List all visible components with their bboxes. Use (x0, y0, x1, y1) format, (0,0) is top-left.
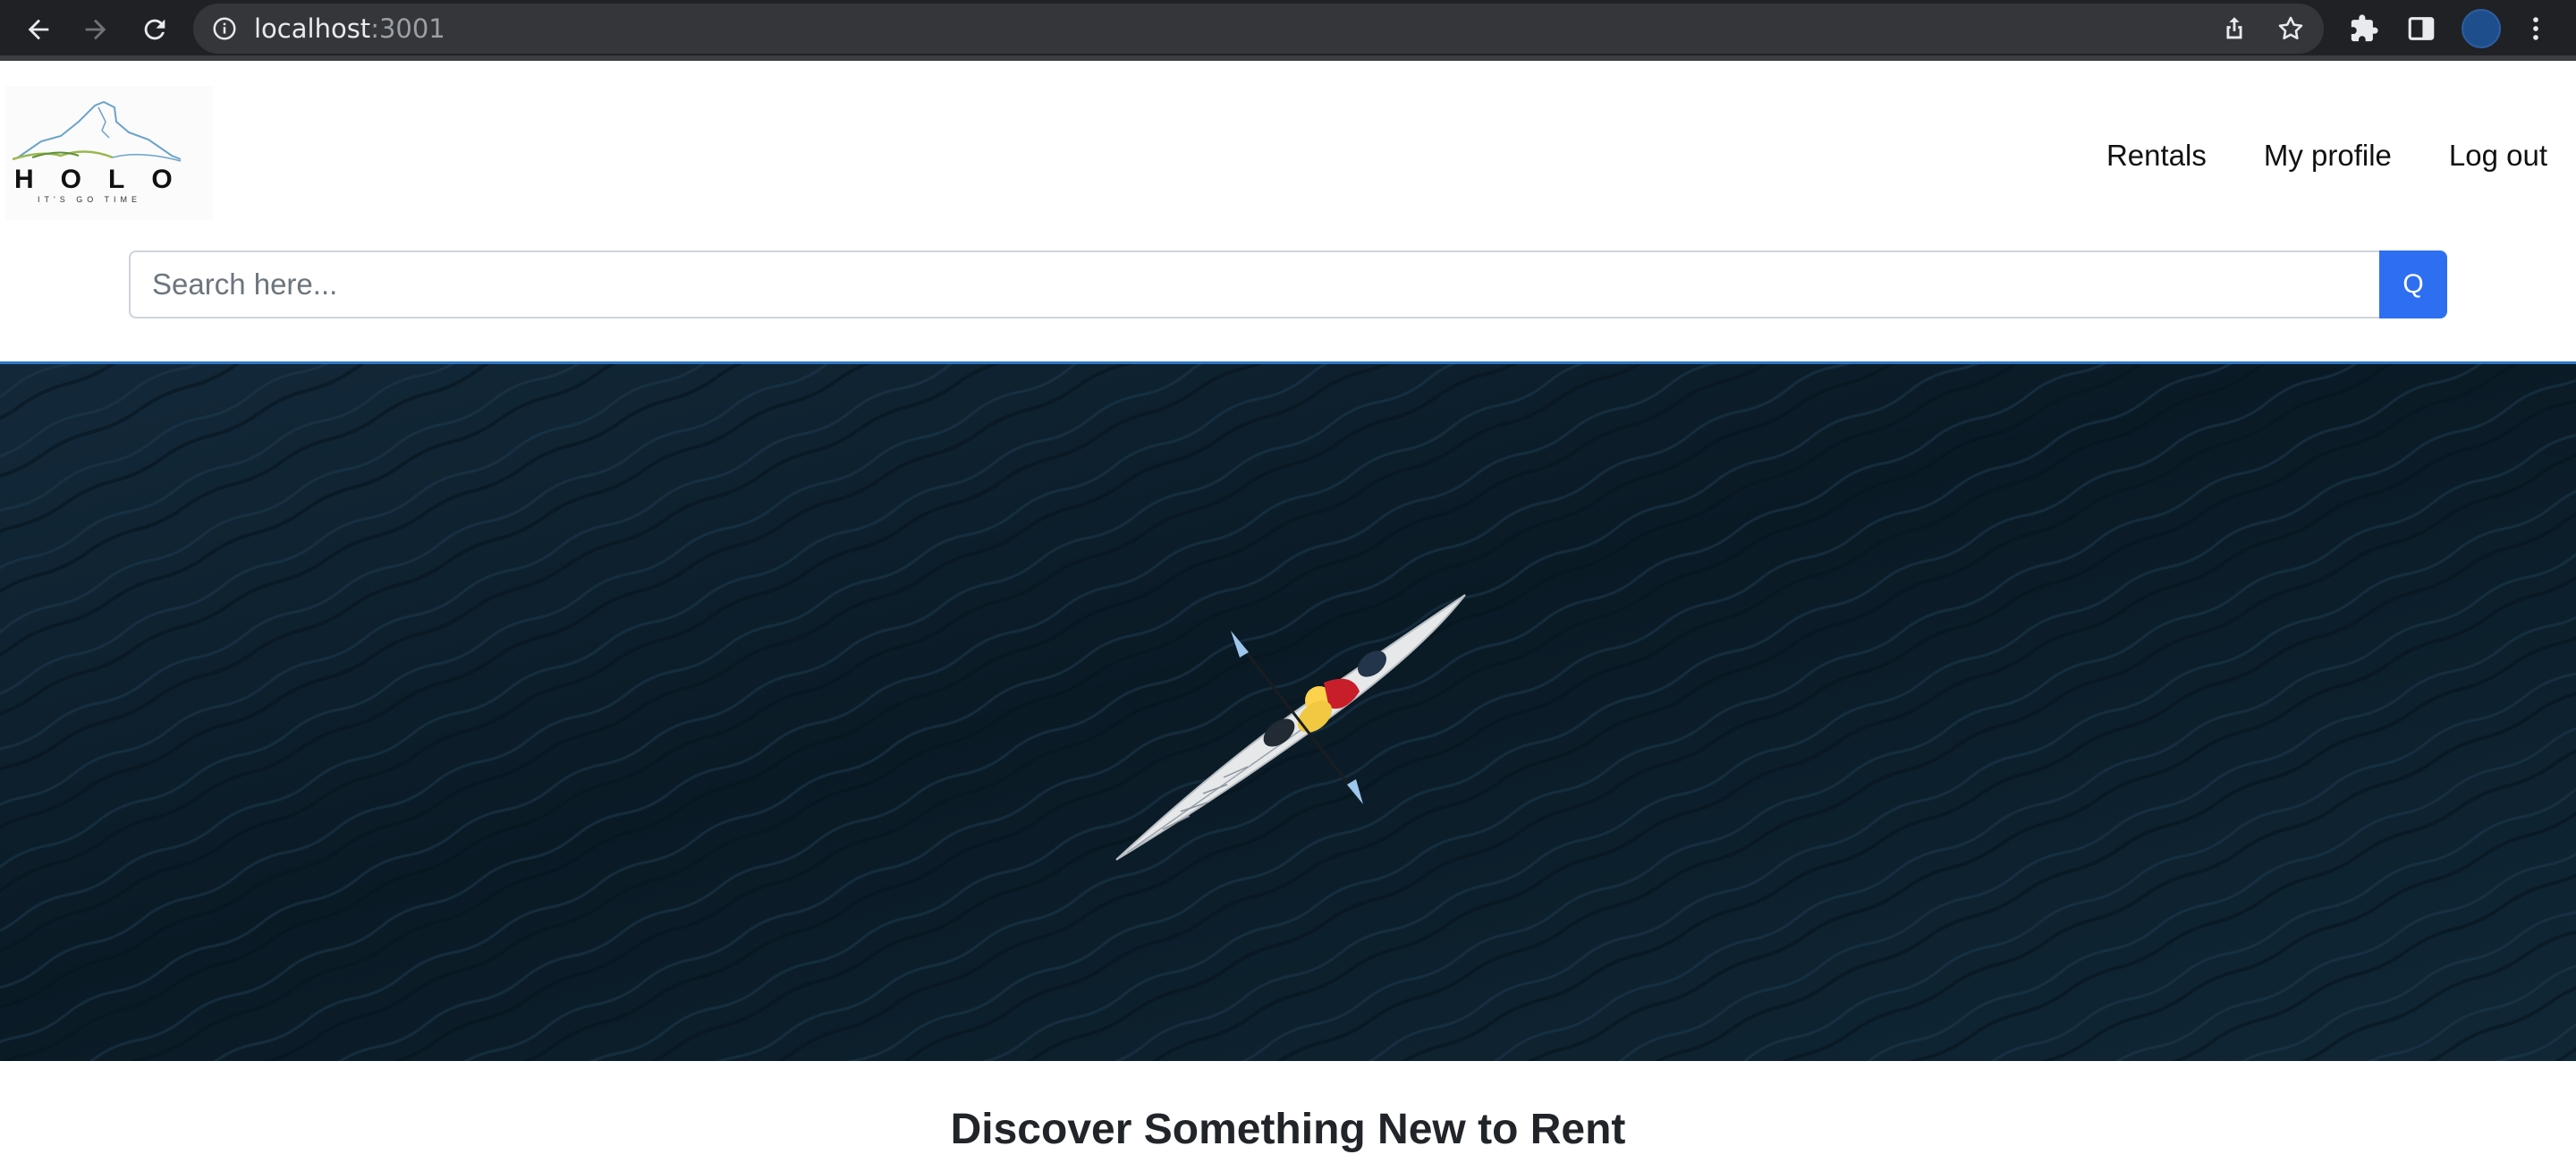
nav-rentals-link[interactable]: Rentals (2106, 136, 2207, 175)
browser-toolbar: localhost:3001 (0, 0, 2576, 59)
profile-avatar[interactable] (2462, 9, 2501, 48)
url-port: :3001 (370, 13, 445, 44)
logo-tagline: IT'S GO TIME (38, 195, 141, 204)
address-bar[interactable]: localhost:3001 (193, 4, 2324, 54)
url-text: localhost:3001 (254, 14, 445, 43)
search-input[interactable] (129, 250, 2379, 318)
info-icon[interactable] (211, 15, 238, 42)
menu-dots-icon[interactable] (2521, 13, 2551, 44)
logo-wordmark: HOLO (14, 165, 199, 194)
star-icon[interactable] (2275, 13, 2306, 44)
toolbar-divider (0, 55, 2576, 61)
nav-logout-link[interactable]: Log out (2449, 136, 2547, 175)
nav-my-profile-link[interactable]: My profile (2264, 136, 2392, 175)
search-bar: Q (129, 250, 2447, 318)
hero-image (0, 361, 2576, 1061)
url-host: localhost (254, 13, 371, 44)
search-button[interactable]: Q (2379, 250, 2447, 318)
page-headline: Discover Something New to Rent (950, 1106, 1626, 1153)
holo-logo[interactable]: HOLO IT'S GO TIME (5, 86, 213, 220)
main-nav: Rentals My profile Log out (2106, 136, 2547, 175)
extensions-icon[interactable] (2349, 13, 2379, 44)
share-icon[interactable] (2219, 13, 2250, 44)
reload-icon[interactable] (132, 7, 177, 52)
side-panel-icon[interactable] (2406, 13, 2436, 44)
forward-arrow-icon[interactable] (73, 7, 118, 52)
back-arrow-icon[interactable] (16, 7, 61, 52)
